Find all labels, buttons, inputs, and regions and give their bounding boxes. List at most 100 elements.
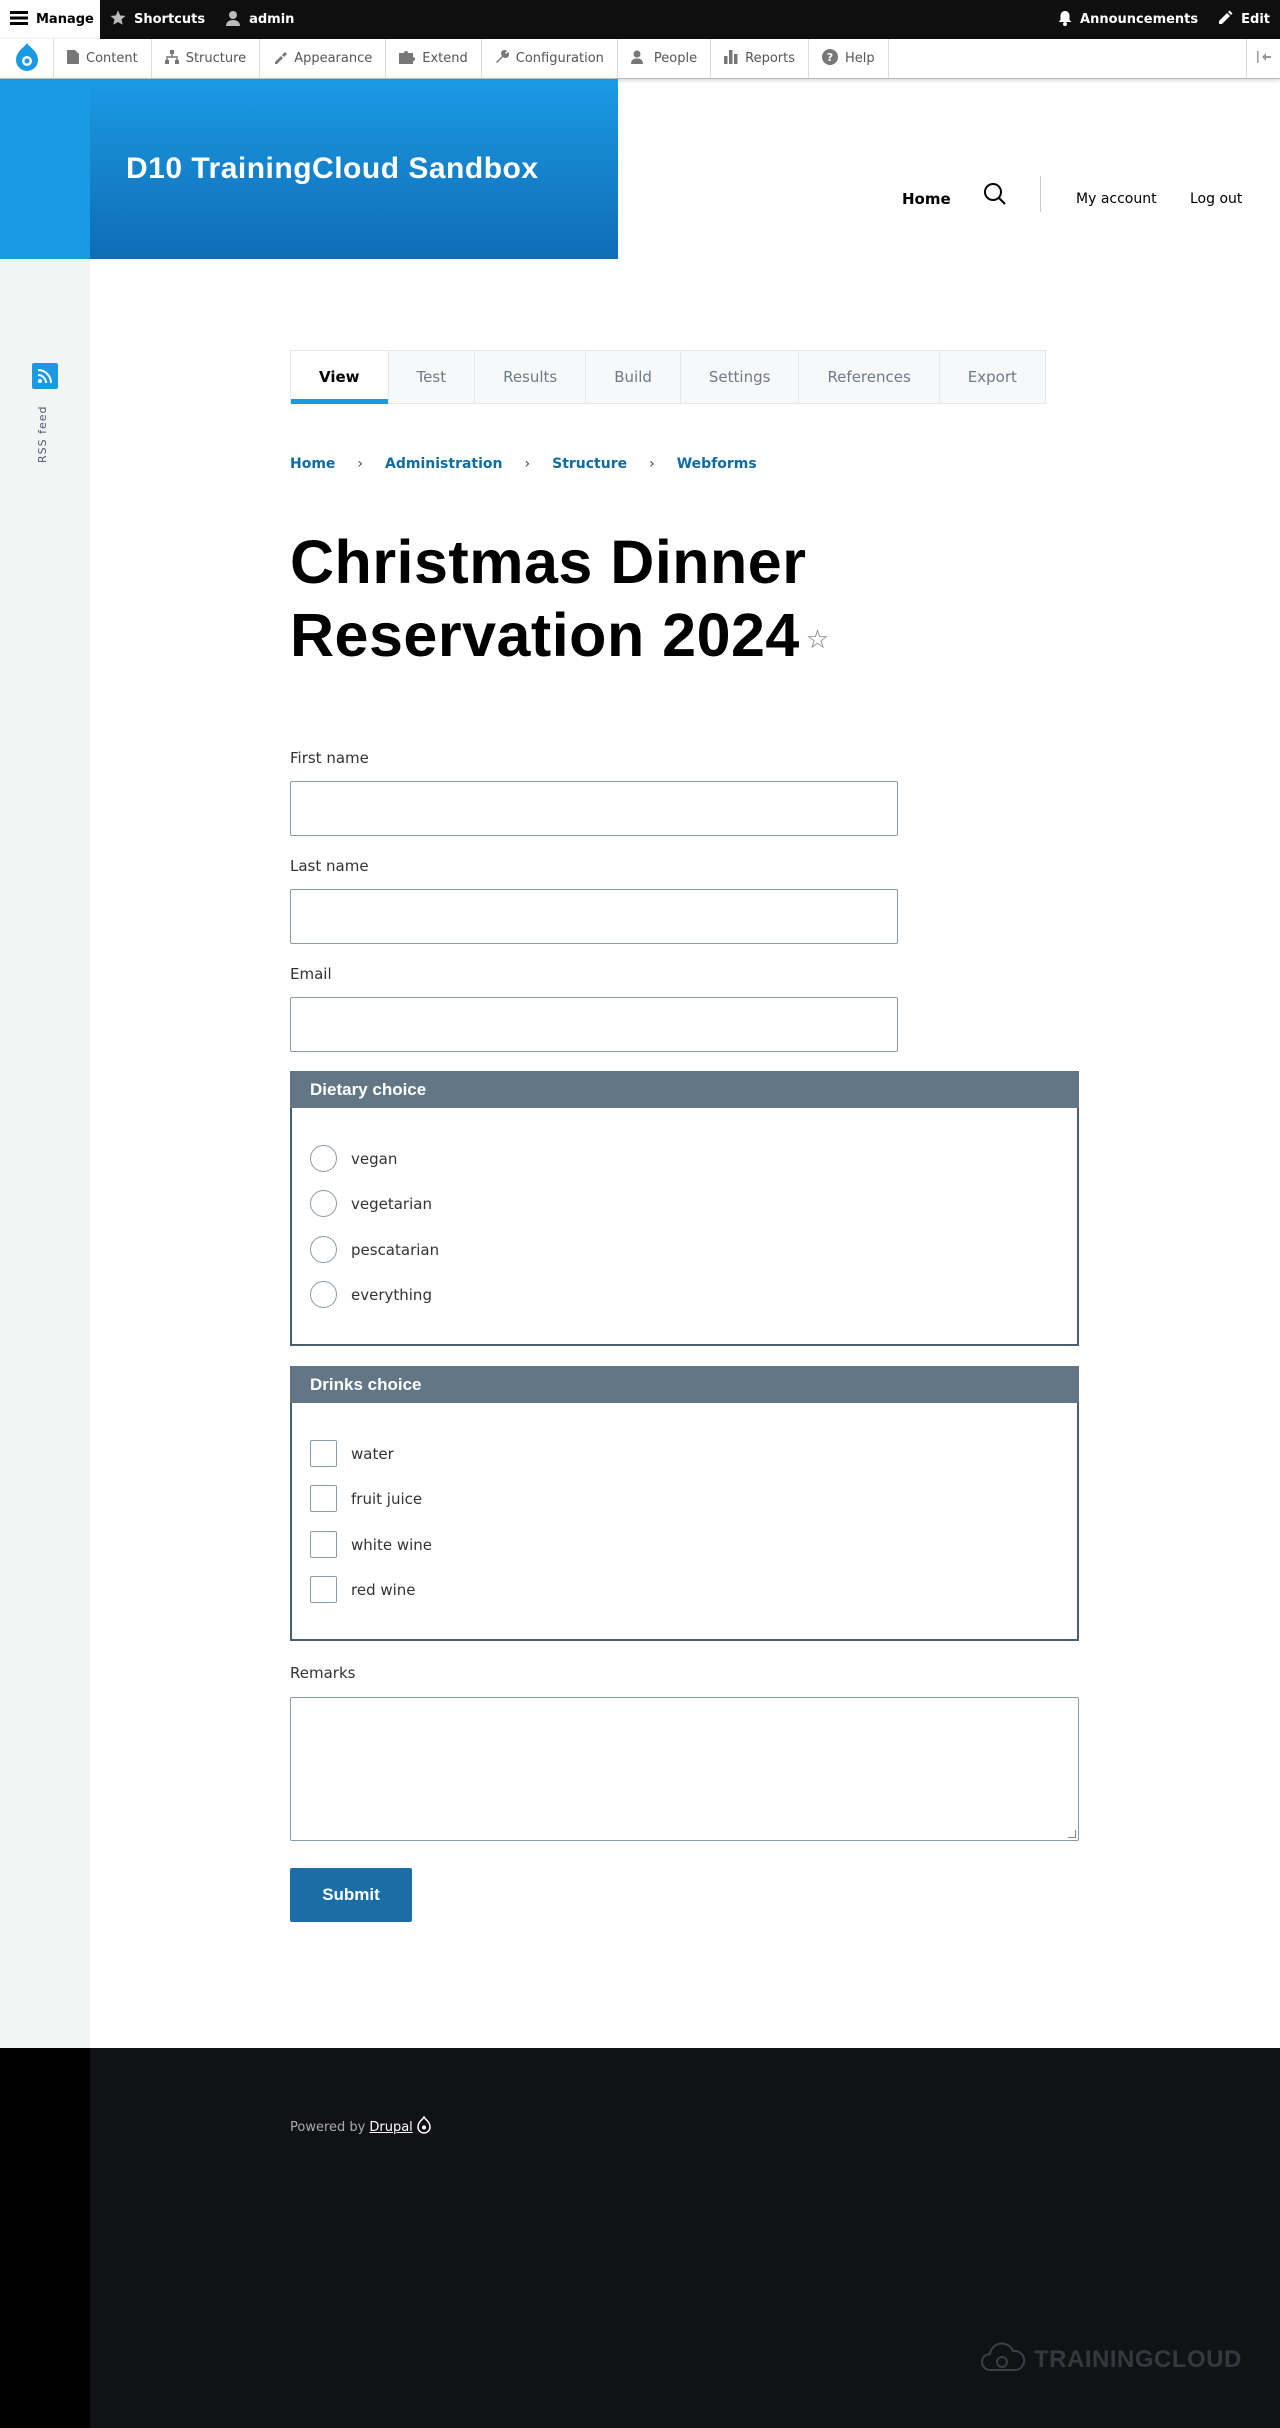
edit-button[interactable]: Edit — [1208, 0, 1280, 39]
announcements-button[interactable]: Announcements — [1048, 0, 1208, 39]
tab-test[interactable]: Test — [389, 351, 476, 403]
tray-item-label: Appearance — [294, 51, 373, 66]
manage-button[interactable]: Manage — [0, 0, 100, 39]
trainingcloud-wordmark: TRAININGCLOUD — [1034, 2345, 1242, 2373]
tray-item-configuration[interactable]: Configuration — [482, 39, 618, 78]
branding-accent — [0, 79, 90, 259]
dietary-choice-fieldset: Dietary choice vegan vegetarian pescatar… — [290, 1071, 1079, 1346]
tray-item-appearance[interactable]: Appearance — [260, 39, 387, 78]
last-name-label: Last name — [290, 857, 369, 875]
tray-item-reports[interactable]: Reports — [711, 39, 809, 78]
tray-item-label: Extend — [422, 51, 468, 66]
radio-label[interactable]: everything — [351, 1286, 432, 1304]
shortcuts-button[interactable]: Shortcuts — [100, 0, 215, 39]
first-name-input[interactable] — [290, 781, 898, 836]
bell-icon — [1058, 10, 1072, 30]
breadcrumb-link-administration[interactable]: Administration — [385, 456, 502, 472]
radio-button[interactable] — [310, 1145, 337, 1172]
tab-references[interactable]: References — [799, 351, 940, 403]
checkbox-option-red-wine[interactable]: red wine — [310, 1576, 416, 1603]
tray-item-label: Help — [845, 51, 875, 66]
tab-settings[interactable]: Settings — [681, 351, 800, 403]
tray-item-help[interactable]: ? Help — [809, 39, 889, 78]
puzzle-icon — [399, 50, 416, 68]
tray-item-label: Content — [86, 51, 138, 66]
remarks-textarea[interactable] — [290, 1697, 1079, 1841]
checkbox-label[interactable]: white wine — [351, 1536, 432, 1554]
structure-icon — [164, 49, 179, 68]
tray-orientation-toggle[interactable] — [1246, 39, 1280, 78]
checkbox-label[interactable]: red wine — [351, 1581, 416, 1599]
radio-label[interactable]: vegetarian — [351, 1195, 432, 1213]
local-tasks: View Test Results Build Settings Referen… — [290, 350, 1046, 404]
nav-link-log-out[interactable]: Log out — [1190, 191, 1242, 207]
checkbox-label[interactable]: water — [351, 1445, 394, 1463]
drupal-drop-icon — [417, 2114, 431, 2138]
wrench-icon — [495, 49, 509, 68]
checkbox-label[interactable]: fruit juice — [351, 1490, 422, 1508]
nav-link-home[interactable]: Home — [902, 190, 951, 208]
radio-button[interactable] — [310, 1281, 337, 1308]
radio-label[interactable]: vegan — [351, 1150, 397, 1168]
radio-button[interactable] — [310, 1190, 337, 1217]
tab-results[interactable]: Results — [475, 351, 587, 403]
site-name[interactable]: D10 TrainingCloud Sandbox — [126, 152, 539, 186]
tray-item-extend[interactable]: Extend — [386, 39, 482, 78]
resize-handle-icon[interactable] — [1068, 1830, 1076, 1838]
first-name-label: First name — [290, 749, 369, 767]
nav-link-my-account[interactable]: My account — [1076, 191, 1157, 207]
email-label: Email — [290, 965, 332, 983]
site-branding[interactable]: D10 TrainingCloud Sandbox — [90, 79, 618, 259]
breadcrumb-link-home[interactable]: Home — [290, 456, 335, 472]
shortcuts-label: Shortcuts — [134, 12, 206, 27]
footer-left-block — [0, 2048, 90, 2428]
edit-label: Edit — [1241, 12, 1270, 27]
bar-chart-icon — [724, 49, 738, 68]
radio-button[interactable] — [310, 1236, 337, 1263]
checkbox[interactable] — [310, 1576, 337, 1603]
tab-build[interactable]: Build — [586, 351, 681, 403]
checkbox-option-fruit-juice[interactable]: fruit juice — [310, 1485, 422, 1512]
favorite-star-icon[interactable]: ☆ — [806, 624, 830, 654]
breadcrumb-link-webforms[interactable]: Webforms — [677, 456, 757, 472]
page-title-text: Christmas Dinner Reservation 2024 — [290, 528, 807, 669]
radio-option-everything[interactable]: everything — [310, 1281, 432, 1308]
radio-option-vegan[interactable]: vegan — [310, 1145, 397, 1172]
tab-export[interactable]: Export — [940, 351, 1045, 403]
document-icon — [67, 49, 79, 68]
checkbox-option-white-wine[interactable]: white wine — [310, 1531, 432, 1558]
last-name-input[interactable] — [290, 889, 898, 944]
user-button[interactable]: admin — [215, 0, 304, 39]
remarks-label: Remarks — [290, 1664, 356, 1682]
admin-toolbar: Manage Shortcuts admin Announcements Edi… — [0, 0, 1280, 39]
tab-view[interactable]: View — [291, 351, 389, 404]
submit-button[interactable]: Submit — [290, 1868, 412, 1922]
tray-item-structure[interactable]: Structure — [152, 39, 261, 78]
rss-feed-label[interactable]: RSS feed — [36, 399, 49, 464]
radio-option-vegetarian[interactable]: vegetarian — [310, 1190, 432, 1217]
email-input[interactable] — [290, 997, 898, 1052]
radio-option-pescatarian[interactable]: pescatarian — [310, 1236, 439, 1263]
chevron-right-icon: › — [357, 456, 364, 472]
powered-by: Powered by Drupal — [290, 2114, 431, 2138]
admin-tray: Content Structure Appearance Extend Conf… — [0, 39, 1280, 79]
drupal-home-link[interactable] — [0, 39, 54, 78]
checkbox[interactable] — [310, 1531, 337, 1558]
site-footer: Powered by Drupal TRAININGCLOUD — [90, 2048, 1280, 2428]
tray-item-content[interactable]: Content — [54, 39, 152, 78]
checkbox[interactable] — [310, 1485, 337, 1512]
checkbox-option-water[interactable]: water — [310, 1440, 394, 1467]
drupal-link[interactable]: Drupal — [369, 2120, 412, 2135]
nav-divider — [1040, 176, 1041, 212]
checkbox[interactable] — [310, 1440, 337, 1467]
search-icon[interactable] — [983, 182, 1007, 210]
drinks-choice-legend: Drinks choice — [290, 1366, 1079, 1403]
star-icon — [110, 10, 126, 30]
svg-text:?: ? — [827, 51, 833, 64]
breadcrumb-link-structure[interactable]: Structure — [552, 456, 627, 472]
collapse-arrow-icon — [1256, 50, 1271, 67]
rss-icon[interactable] — [32, 363, 58, 389]
tray-item-people[interactable]: People — [618, 39, 712, 78]
user-icon — [225, 10, 241, 30]
radio-label[interactable]: pescatarian — [351, 1241, 439, 1259]
